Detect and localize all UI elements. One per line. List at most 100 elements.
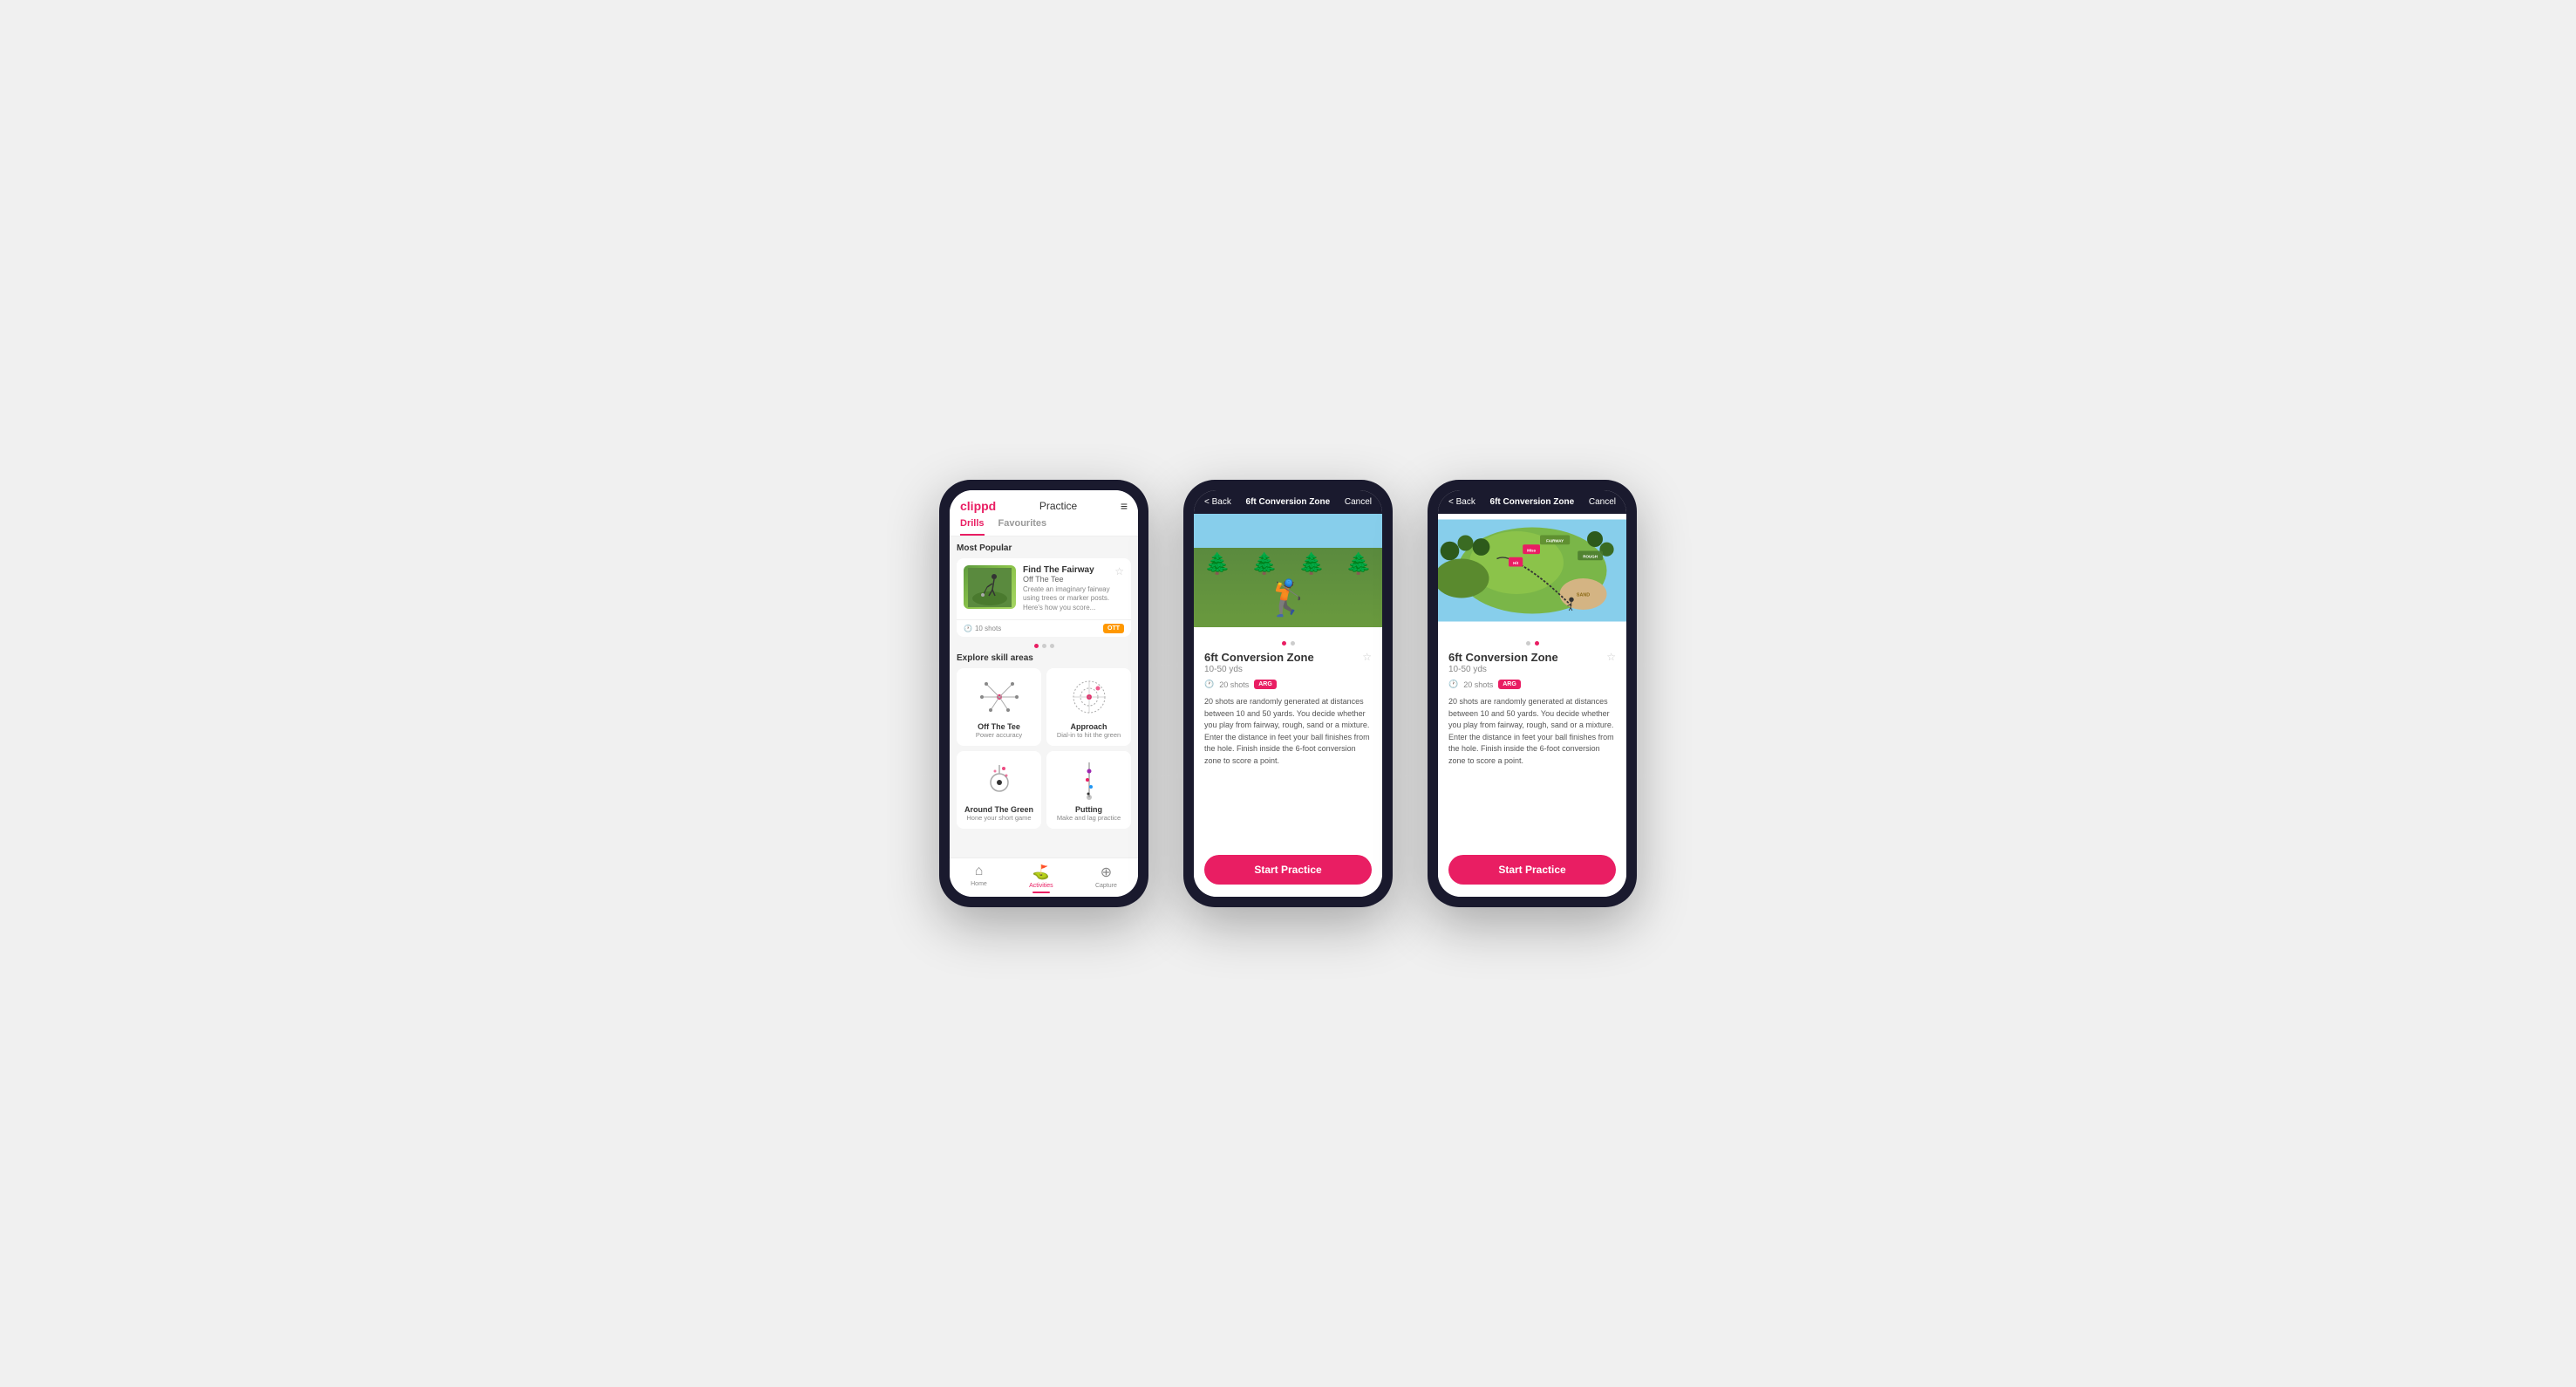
golf-thumbnail-svg [968,568,1012,607]
skill-name-putting: Putting [1075,805,1102,814]
phone-3: < Back 6ft Conversion Zone Cancel [1428,480,1637,907]
most-popular-label: Most Popular [957,543,1131,553]
skill-desc-putting: Make and lag practice [1057,814,1121,822]
drill-description: Create an imaginary fairway using trees … [1023,585,1124,612]
featured-drill-card[interactable]: Find The Fairway Off The Tee ☆ Create an… [957,558,1131,637]
menu-icon[interactable]: ≡ [1121,499,1128,513]
nav-capture-label: Capture [1095,883,1117,889]
cancel-button[interactable]: Cancel [1345,497,1372,507]
tree-4: 🌲 [1346,551,1372,577]
clock-icon: 🕐 [964,625,972,632]
p3-drill-detail-description: 20 shots are randomly generated at dista… [1448,696,1616,767]
tree-2: 🌲 [1251,551,1278,577]
p3-img-dot-2 [1535,641,1539,646]
skill-card-atg[interactable]: Around The Green Hone your short game [957,751,1041,829]
phone-1: clippd Practice ≡ Drills Favourites Most… [939,480,1148,907]
p3-drill-detail-content: 6ft Conversion Zone 10-50 yds ☆ 🕐 20 sho… [1438,627,1626,837]
tab-drills[interactable]: Drills [960,518,985,536]
dot-2 [1042,644,1046,648]
skill-icon-approach [1063,675,1115,719]
nav-activities-label: Activities [1029,883,1053,889]
shots-label: 🕐 10 shots [964,625,1001,632]
detail-favorite-icon[interactable]: ☆ [1362,651,1372,663]
skill-desc-approach: Dial-in to hit the green [1057,731,1121,739]
skill-name-ott: Off The Tee [978,722,1020,731]
p3-start-practice-button[interactable]: Start Practice [1448,855,1616,885]
ott-icon-svg [973,675,1026,719]
screen-title: 6ft Conversion Zone [1246,497,1331,507]
golfer-icon: 🏌️ [1266,577,1310,618]
tab-favourites[interactable]: Favourites [998,518,1047,536]
practice-content: Most Popular [950,536,1138,857]
skill-name-approach: Approach [1070,722,1107,731]
dot-3 [1050,644,1054,648]
svg-text:ROUGH: ROUGH [1583,555,1598,559]
svg-text:SAND: SAND [1577,593,1590,598]
drill-subtitle: Off The Tee [1023,575,1094,584]
explore-label: Explore skill areas [957,653,1131,663]
p3-drill-shots-row: 🕐 20 shots ARG [1448,680,1616,689]
p3-cancel-button[interactable]: Cancel [1589,497,1616,507]
p3-clock-icon: 🕐 [1448,680,1458,689]
p3-drill-detail-range: 10-50 yds [1448,665,1558,674]
skill-desc-atg: Hone your short game [966,814,1031,822]
atg-icon-svg [973,758,1026,802]
drill-detail-range: 10-50 yds [1204,665,1314,674]
skill-card-approach[interactable]: Approach Dial-in to hit the green [1046,668,1131,746]
shots-count: 20 shots [1219,680,1249,689]
skill-icon-atg [973,758,1026,802]
p3-screen-title: 6ft Conversion Zone [1490,497,1575,507]
svg-text:FAIRWAY: FAIRWAY [1546,539,1564,543]
image-carousel-dots [1204,641,1372,646]
drill-title: Find The Fairway [1023,565,1094,575]
p3-drill-detail-name: 6ft Conversion Zone [1448,651,1558,664]
nav-home-label: Home [971,881,987,887]
svg-text:Hit: Hit [1513,561,1519,565]
p3-shots-count: 20 shots [1463,680,1493,689]
p2-header: < Back 6ft Conversion Zone Cancel [1194,490,1382,514]
putting-icon-svg [1063,758,1115,802]
drill-hero-image: 🌲 🌲 🌲 🌲 🏌️ [1194,514,1382,627]
tree-3: 🌲 [1298,551,1325,577]
p3-img-dot-1 [1526,641,1530,646]
drill-shots-row: 🕐 20 shots ARG [1204,680,1372,689]
nav-home[interactable]: ⌂ Home [971,864,987,893]
back-button[interactable]: < Back [1204,497,1231,507]
p3-back-button[interactable]: < Back [1448,497,1475,507]
drill-detail-name: 6ft Conversion Zone [1204,651,1314,664]
app-logo: clippd [960,499,996,513]
p3-drill-category-badge: ARG [1498,680,1521,689]
home-icon: ⌂ [975,864,984,879]
drill-category-badge: ARG [1254,680,1277,689]
skills-grid: Off The Tee Power accuracy [957,668,1131,829]
favorite-star-icon[interactable]: ☆ [1114,565,1124,577]
p3-detail-favorite-icon[interactable]: ☆ [1606,651,1616,663]
carousel-dots [957,644,1131,648]
tree-1: 🌲 [1204,551,1230,577]
nav-capture[interactable]: ⊕ Capture [1095,864,1117,893]
trees-decoration: 🌲 🌲 🌲 🌲 [1194,514,1382,577]
skill-card-putting[interactable]: Putting Make and lag practice [1046,751,1131,829]
start-practice-button[interactable]: Start Practice [1204,855,1372,885]
skill-icon-putting [1063,758,1115,802]
skill-name-atg: Around The Green [964,805,1033,814]
svg-text:Miss: Miss [1527,548,1537,552]
nav-active-indicator [1032,892,1050,893]
p2-bottom-area: Start Practice [1194,837,1382,897]
img-dot-1 [1282,641,1286,646]
drill-thumbnail [964,565,1016,609]
capture-icon: ⊕ [1101,864,1112,881]
clock-icon-detail: 🕐 [1204,680,1214,689]
skill-icon-ott [973,675,1026,719]
nav-activities[interactable]: ⛳ Activities [1029,864,1053,893]
drill-detail-description: 20 shots are randomly generated at dista… [1204,696,1372,767]
drill-detail-content: 6ft Conversion Zone 10-50 yds ☆ 🕐 20 sho… [1194,627,1382,837]
skill-card-ott[interactable]: Off The Tee Power accuracy [957,668,1041,746]
activities-icon: ⛳ [1032,864,1050,881]
p3-header: < Back 6ft Conversion Zone Cancel [1438,490,1626,514]
bottom-nav: ⌂ Home ⛳ Activities ⊕ Capture [950,857,1138,897]
p3-image-carousel-dots [1448,641,1616,646]
phones-container: clippd Practice ≡ Drills Favourites Most… [939,480,1637,907]
drill-badge: OTT [1103,624,1124,633]
dot-1 [1034,644,1039,648]
